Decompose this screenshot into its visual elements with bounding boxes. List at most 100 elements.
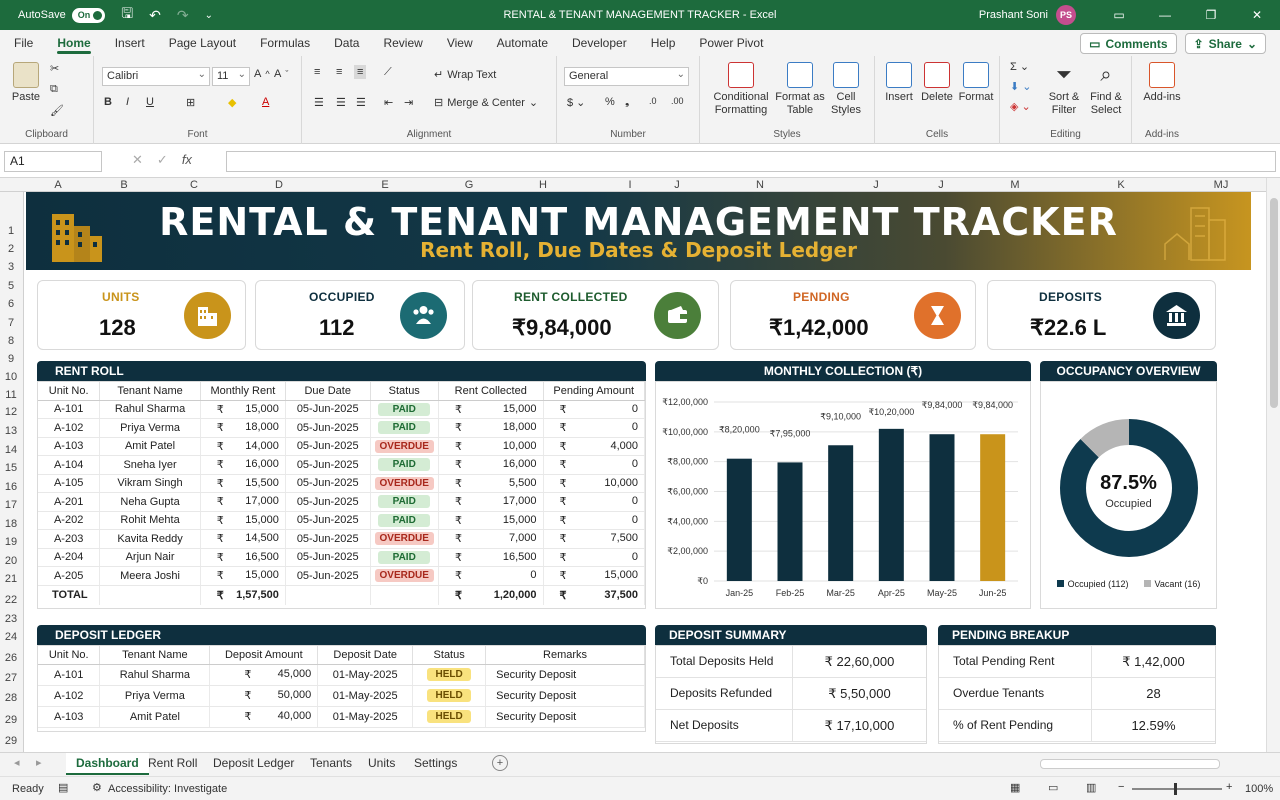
align-left-icon[interactable]: ☰ [314,96,324,109]
enter-icon[interactable]: ✓ [157,152,168,168]
due-date-cell[interactable]: 05-Jun-2025 [285,566,371,586]
tenant-cell[interactable]: Rahul Sharma [99,664,211,686]
column-header[interactable]: N [756,178,764,192]
clear-icon[interactable]: ◈ ⌄ [1010,100,1031,113]
column-header[interactable]: B [120,178,127,192]
tab-page-layout[interactable]: Page Layout [157,30,248,56]
zoom-slider-thumb[interactable] [1174,783,1177,795]
column-header[interactable]: MJ [1214,178,1229,192]
deposit-date-cell[interactable]: 01-May-2025 [317,664,414,686]
tenant-cell[interactable]: Amit Patel [99,437,201,456]
tenant-cell[interactable]: Priya Verma [99,685,211,707]
table-row[interactable]: A-202 Rohit Mehta ₹15,000 05-Jun-2025 PAID ₹1… [38,511,646,530]
column-header[interactable]: H [539,178,547,192]
rent-cell[interactable]: ₹14,500 [200,529,286,549]
column-header[interactable]: M [1010,178,1019,192]
tenant-cell[interactable]: Amit Patel [99,706,211,728]
tenant-cell[interactable]: Kavita Reddy [99,529,201,549]
collected-cell[interactable]: ₹10,000 [438,437,544,456]
row-header[interactable]: 15 [0,462,22,474]
addins-button[interactable]: Add-ins [1140,62,1184,104]
collected-cell[interactable]: ₹18,000 [438,418,544,438]
increase-decimal-icon[interactable]: .0 [649,96,657,106]
due-date-cell[interactable]: 05-Jun-2025 [285,437,371,456]
tab-help[interactable]: Help [639,30,688,56]
tab-developer[interactable]: Developer [560,30,639,56]
deposit-amount-cell[interactable]: ₹40,000 [209,706,319,728]
tab-data[interactable]: Data [322,30,371,56]
status-cell[interactable]: PAID [370,418,439,438]
autosum-icon[interactable]: Σ ⌄ [1010,60,1029,73]
status-cell[interactable]: OVERDUE [370,566,439,586]
status-cell[interactable]: HELD [412,706,487,728]
sort-filter-button[interactable]: ⏷ Sort & Filter [1044,62,1084,117]
tenant-cell[interactable]: Rohit Mehta [99,511,201,530]
decrease-decimal-icon[interactable]: .00 [671,96,684,106]
page-layout-view-icon[interactable]: ▭ [1048,781,1058,794]
restore-icon[interactable]: ❐ [1188,8,1234,22]
tab-review[interactable]: Review [371,30,434,56]
column-header[interactable]: G [465,178,474,192]
unit-cell[interactable]: A-202 [38,511,101,530]
row-header[interactable]: 13 [0,425,22,437]
pending-cell[interactable]: ₹0 [543,548,646,567]
merge-center-button[interactable]: ⊟ Merge & Center ⌄ [434,96,538,110]
pending-cell[interactable]: ₹4,000 [543,437,646,456]
status-cell[interactable]: PAID [370,400,439,419]
pending-cell[interactable]: ₹0 [543,418,646,438]
due-date-cell[interactable]: 05-Jun-2025 [285,492,371,512]
page-break-view-icon[interactable]: ▥ [1086,781,1096,794]
borders-icon[interactable]: ⊞ [186,96,195,109]
zoom-slider[interactable] [1132,783,1222,795]
worksheet[interactable]: RENTAL & TENANT MANAGEMENT TRACKER Rent … [24,192,1266,752]
wrap-text-button[interactable]: ↵ Wrap Text [434,68,496,82]
copy-icon[interactable]: ⧉ [50,83,58,96]
conditional-formatting-button[interactable]: Conditional Formatting [710,62,772,117]
rent-cell[interactable]: ₹15,000 [200,566,286,586]
table-row[interactable]: A-105 Vikram Singh ₹15,500 05-Jun-2025 OVERD… [38,474,646,493]
format-cells-button[interactable]: Format [957,62,995,104]
align-top-icon[interactable]: ≡ [314,66,320,78]
unit-cell[interactable]: A-201 [38,492,101,512]
name-box[interactable]: A1 [4,151,102,172]
collected-cell[interactable]: ₹16,500 [438,548,544,567]
deposit-date-cell[interactable]: 01-May-2025 [317,706,414,728]
status-cell[interactable]: PAID [370,492,439,512]
status-cell[interactable]: PAID [370,548,439,567]
table-row[interactable]: A-205 Meera Joshi ₹15,000 05-Jun-2025 OVERDU… [38,566,646,586]
fx-icon[interactable]: fx [182,152,192,168]
user-name[interactable]: Prashant Soni [979,9,1048,21]
delete-cells-button[interactable]: Delete [919,62,955,104]
pending-cell[interactable]: ₹0 [543,400,646,419]
align-right-icon[interactable]: ☰ [356,96,366,109]
rent-cell[interactable]: ₹14,000 [200,437,286,456]
deposit-amount-cell[interactable]: ₹45,000 [209,664,319,686]
collected-cell[interactable]: ₹17,000 [438,492,544,512]
paste-button[interactable]: Paste [6,62,46,104]
tab-formulas[interactable]: Formulas [248,30,322,56]
tab-automate[interactable]: Automate [485,30,560,56]
status-cell[interactable]: OVERDUE [370,474,439,493]
cancel-icon[interactable]: ✕ [132,152,143,168]
unit-cell[interactable]: A-104 [38,455,101,475]
due-date-cell[interactable]: 05-Jun-2025 [285,548,371,567]
collected-cell[interactable]: ₹5,500 [438,474,544,493]
unit-cell[interactable]: A-101 [38,400,101,419]
tab-insert[interactable]: Insert [103,30,157,56]
table-row[interactable]: A-103 Amit Patel ₹14,000 05-Jun-2025 OVERDUE… [38,437,646,456]
comma-icon[interactable]: ❟ [625,96,629,109]
pending-cell[interactable]: ₹15,000 [543,566,646,586]
row-header[interactable]: 14 [0,444,22,456]
status-cell[interactable]: HELD [412,664,487,686]
deposit-amount-cell[interactable]: ₹50,000 [209,685,319,707]
sheet-tab-units[interactable]: Units [358,753,405,775]
row-header[interactable]: 12 [0,406,22,418]
unit-cell[interactable]: A-103 [38,706,101,728]
pending-cell[interactable]: ₹7,500 [543,529,646,549]
font-name-select[interactable]: Calibri [102,66,210,86]
row-header[interactable]: 26 [0,652,22,664]
row-header[interactable]: 21 [0,573,22,585]
row-header[interactable]: 28 [0,692,22,704]
tenant-cell[interactable]: Vikram Singh [99,474,201,493]
row-header[interactable]: 23 [0,613,22,625]
